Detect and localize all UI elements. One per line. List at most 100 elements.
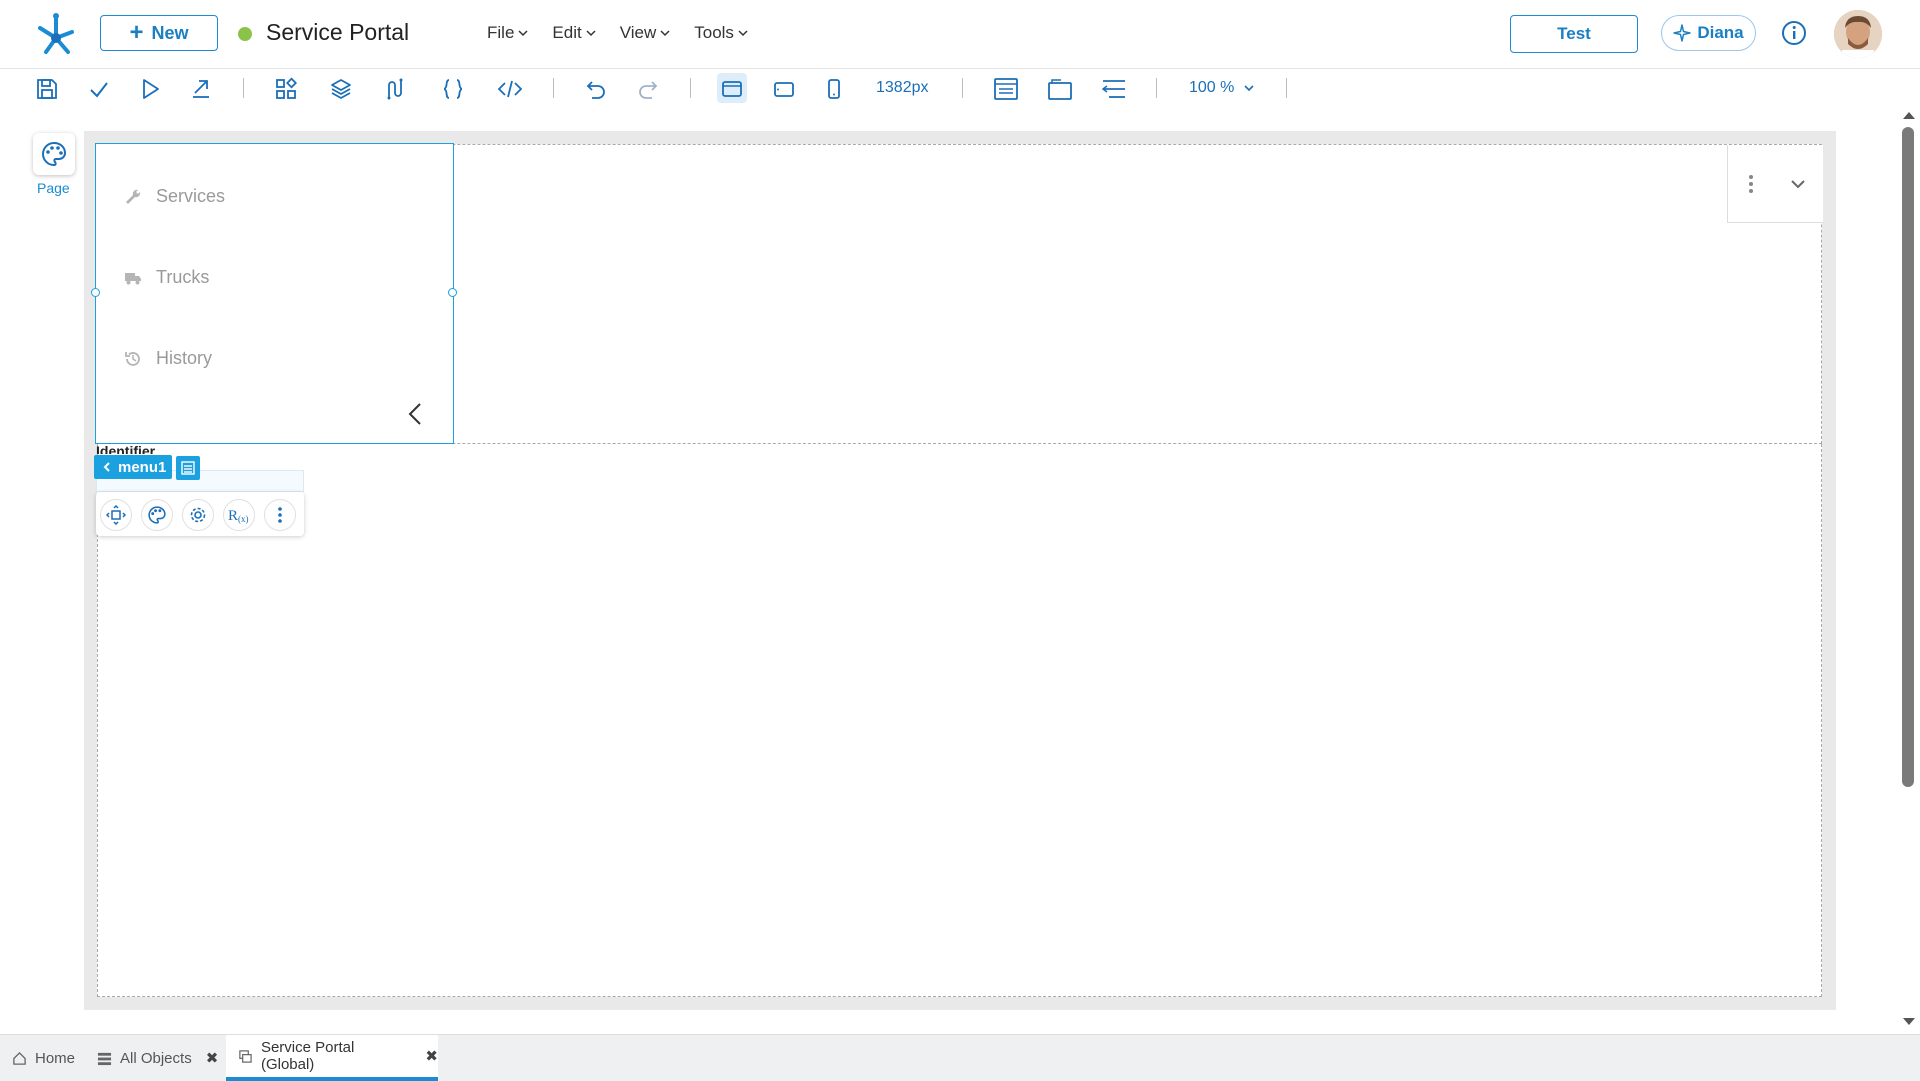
sparkle-icon (1673, 24, 1692, 42)
layout-icon[interactable] (993, 77, 1018, 101)
palette-icon (42, 141, 67, 167)
menu-edit[interactable]: Edit (552, 23, 596, 43)
menu-control[interactable]: Services Trucks History (91, 143, 457, 444)
editor-toolbar: 1382px 100 % (0, 69, 1920, 107)
menu-file[interactable]: File (487, 23, 528, 43)
layers-icon[interactable] (329, 77, 353, 101)
rules-icon[interactable]: R (x) (223, 499, 255, 531)
menu-edit-label: Edit (552, 23, 582, 42)
scroll-up-arrow[interactable] (1903, 112, 1915, 119)
chevron-down-icon (738, 30, 748, 37)
bottom-tab-bar: Home All Objects ✖ Service Portal (Globa… (0, 1034, 1920, 1081)
zoom-select[interactable]: 100 % (1189, 79, 1255, 97)
zoom-value: 100 % (1189, 79, 1235, 96)
align-settings-icon[interactable] (1101, 77, 1125, 101)
close-icon[interactable]: ✖ (206, 1049, 219, 1067)
toolbar-divider (962, 78, 963, 98)
status-indicator (238, 27, 252, 41)
tab-all-objects[interactable]: All Objects ✖ (97, 1035, 221, 1081)
menu-item-label: History (156, 348, 213, 368)
history-icon (125, 351, 140, 366)
page-label: Page (37, 180, 70, 196)
mobile-view-icon[interactable] (822, 77, 846, 101)
app-header: + New Service Portal File Edit View Tool… (0, 0, 1920, 69)
components-icon[interactable] (274, 77, 298, 101)
chevron-down-icon[interactable] (1790, 178, 1806, 190)
chevron-left-icon[interactable] (406, 402, 424, 426)
tab-label: Home (35, 1049, 76, 1067)
toolbar-divider (1156, 78, 1157, 98)
menu-item-history[interactable]: History (124, 348, 212, 369)
menu-item-trucks[interactable]: Trucks (124, 267, 209, 288)
app-logo[interactable] (34, 12, 78, 56)
save-icon[interactable] (35, 77, 59, 101)
avatar[interactable] (1834, 10, 1882, 58)
tab-label: Service Portal (Global) (260, 1039, 355, 1073)
undo-icon[interactable] (584, 77, 608, 101)
tab-home[interactable]: Home (12, 1035, 92, 1081)
info-icon[interactable] (1781, 20, 1807, 46)
move-icon[interactable] (100, 499, 132, 531)
chevron-down-icon (586, 30, 596, 37)
header-actions (1727, 145, 1823, 223)
redo-icon[interactable] (636, 77, 660, 101)
tablet-view-icon[interactable] (772, 77, 796, 101)
plus-icon: + (129, 19, 144, 46)
more-vertical-icon[interactable] (1748, 174, 1754, 194)
assistant-label: Diana (1697, 23, 1744, 42)
menu-type-icon[interactable] (176, 456, 200, 480)
toolbar-divider (553, 78, 554, 98)
toolbar-divider (243, 78, 244, 98)
canvas-width-value[interactable]: 1382px (876, 79, 929, 97)
test-button[interactable]: Test (1510, 15, 1638, 53)
palette-icon[interactable] (141, 499, 173, 531)
menu-item-label: Services (156, 186, 226, 206)
main-menu-bar: File Edit View Tools (487, 23, 772, 43)
flow-icon[interactable] (384, 77, 408, 101)
wrench-icon (126, 189, 141, 204)
gear-icon[interactable] (182, 499, 214, 531)
svg-text:(x): (x) (238, 514, 249, 524)
truck-icon (125, 272, 141, 284)
toolbar-divider (690, 78, 691, 98)
home-icon (13, 1051, 26, 1065)
menu-tools-label: Tools (694, 23, 734, 42)
deploy-icon[interactable] (189, 77, 213, 101)
toolbar-divider (1286, 78, 1287, 98)
svg-text:R: R (228, 508, 238, 524)
braces-icon[interactable] (441, 77, 465, 101)
frame-icon[interactable] (1047, 77, 1072, 101)
chevron-down-icon (518, 30, 528, 37)
check-icon[interactable] (87, 77, 111, 101)
list-icon (97, 1052, 112, 1065)
assistant-button[interactable]: Diana (1661, 15, 1756, 51)
page-styles-button[interactable] (33, 133, 75, 175)
selected-control-tag[interactable]: menu1 (94, 455, 172, 479)
code-icon[interactable] (497, 77, 523, 101)
menu-view[interactable]: View (620, 23, 671, 43)
chevron-down-icon (1244, 85, 1254, 91)
resize-handle-right[interactable] (448, 288, 457, 297)
new-button-label: New (151, 22, 189, 43)
desktop-view-icon[interactable] (720, 77, 744, 101)
menu-item-services[interactable]: Services (124, 186, 225, 207)
resize-handle-left[interactable] (91, 288, 100, 297)
new-button[interactable]: + New (100, 15, 218, 51)
menu-tools[interactable]: Tools (694, 23, 748, 43)
panel-icon (239, 1049, 252, 1063)
chevron-left-icon (103, 462, 110, 472)
vertical-scrollbar[interactable] (1902, 127, 1914, 787)
content-region[interactable] (97, 444, 1822, 997)
tab-service-portal[interactable]: Service Portal (Global) ✖ (226, 1035, 438, 1081)
run-icon[interactable] (138, 77, 162, 101)
page-title: Service Portal (266, 19, 410, 45)
scroll-down-arrow[interactable] (1903, 1018, 1915, 1025)
menu-item-label: Trucks (156, 267, 210, 287)
more-vertical-icon[interactable] (264, 499, 296, 531)
control-actions-bar: R (x) (96, 492, 304, 536)
tab-label: All Objects (120, 1049, 192, 1067)
close-icon[interactable]: ✖ (425, 1047, 438, 1065)
menu-file-label: File (487, 23, 515, 42)
menu-view-label: View (619, 23, 657, 42)
chevron-down-icon (660, 30, 670, 37)
